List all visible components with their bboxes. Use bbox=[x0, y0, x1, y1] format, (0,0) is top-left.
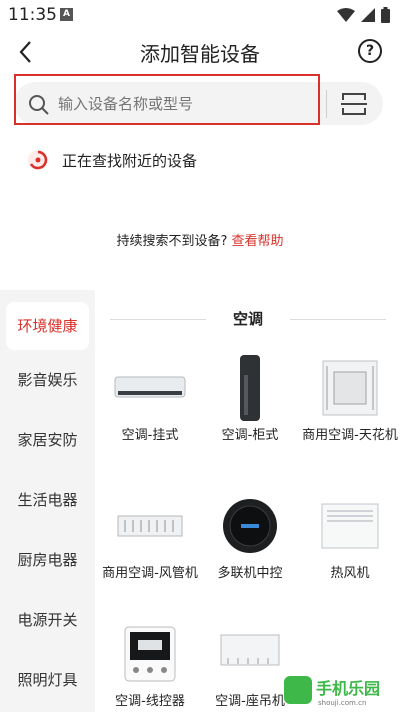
device-label: 空调-柜式 bbox=[221, 428, 279, 443]
status-bar: 11:35 A bbox=[0, 0, 400, 32]
category-power-switch[interactable]: 电源开关 bbox=[0, 590, 95, 650]
scan-icon[interactable] bbox=[341, 92, 367, 120]
device-label: 商用空调-天花机 bbox=[302, 428, 398, 443]
central-controller-icon bbox=[223, 499, 277, 553]
device-label: 商用空调-风管机 bbox=[102, 566, 198, 581]
battery-icon bbox=[381, 7, 390, 23]
device-duct-ac[interactable]: 商用空调-风管机 bbox=[100, 490, 200, 583]
section-line-right bbox=[290, 319, 386, 320]
radar-icon bbox=[28, 150, 48, 170]
help-hint: 持续搜索不到设备? 查看帮助 bbox=[0, 230, 400, 249]
ceiling-cassette-icon bbox=[322, 360, 378, 416]
floor-ceiling-ac-icon bbox=[220, 634, 280, 666]
watermark-text: 手机乐园 bbox=[316, 679, 380, 698]
device-wired-controller[interactable]: 空调-线控器 bbox=[100, 618, 200, 711]
heater-icon bbox=[321, 503, 379, 549]
system-icons bbox=[337, 7, 390, 23]
category-lighting[interactable]: 照明灯具 bbox=[0, 650, 95, 710]
signal-icon bbox=[361, 8, 375, 22]
category-sidebar: 环境健康 影音娱乐 家居安防 生活电器 厨房电器 电源开关 照明灯具 bbox=[0, 290, 95, 712]
category-appliances[interactable]: 生活电器 bbox=[0, 470, 95, 530]
device-central-controller[interactable]: 多联机中控 bbox=[200, 490, 300, 583]
help-link[interactable]: 查看帮助 bbox=[232, 234, 284, 249]
device-label: 热风机 bbox=[330, 566, 370, 581]
device-label: 空调-线控器 bbox=[115, 694, 185, 709]
floor-ac-icon bbox=[240, 355, 260, 421]
device-floor-ac[interactable]: 空调-柜式 bbox=[200, 352, 300, 445]
nearby-scan-status: 正在查找附近的设备 bbox=[26, 148, 197, 172]
hint-text: 持续搜索不到设备? bbox=[116, 234, 228, 249]
search-icon bbox=[28, 94, 50, 120]
category-home-security[interactable]: 家居安防 bbox=[0, 410, 95, 470]
page-title: 添加智能设备 bbox=[140, 42, 260, 66]
search-input[interactable] bbox=[58, 92, 298, 116]
wifi-icon bbox=[337, 8, 355, 22]
category-kitchen[interactable]: 厨房电器 bbox=[0, 530, 95, 590]
device-ceiling-cassette[interactable]: 商用空调-天花机 bbox=[300, 352, 400, 445]
notification-a-icon: A bbox=[60, 8, 73, 21]
wall-ac-icon bbox=[114, 376, 186, 398]
section-header: 空调 bbox=[110, 308, 386, 332]
watermark-sub: shouji.com.cn bbox=[318, 699, 366, 707]
watermark-logo: 手机乐园 shouji.com.cn bbox=[284, 672, 394, 708]
category-audio-video[interactable]: 影音娱乐 bbox=[0, 350, 95, 410]
status-time: 11:35 bbox=[8, 5, 57, 25]
device-label: 多联机中控 bbox=[217, 566, 283, 581]
device-label: 空调-挂式 bbox=[121, 428, 179, 443]
duct-ac-icon bbox=[117, 515, 183, 537]
nearby-text: 正在查找附近的设备 bbox=[62, 151, 198, 170]
device-heater[interactable]: 热风机 bbox=[300, 490, 400, 583]
category-environment-health[interactable]: 环境健康 bbox=[6, 302, 89, 350]
help-icon[interactable]: ? bbox=[358, 39, 382, 63]
device-wall-ac[interactable]: 空调-挂式 bbox=[100, 352, 200, 445]
search-divider bbox=[326, 90, 327, 118]
top-bar: 添加智能设备 ? bbox=[0, 32, 400, 72]
wired-controller-icon bbox=[124, 626, 176, 682]
